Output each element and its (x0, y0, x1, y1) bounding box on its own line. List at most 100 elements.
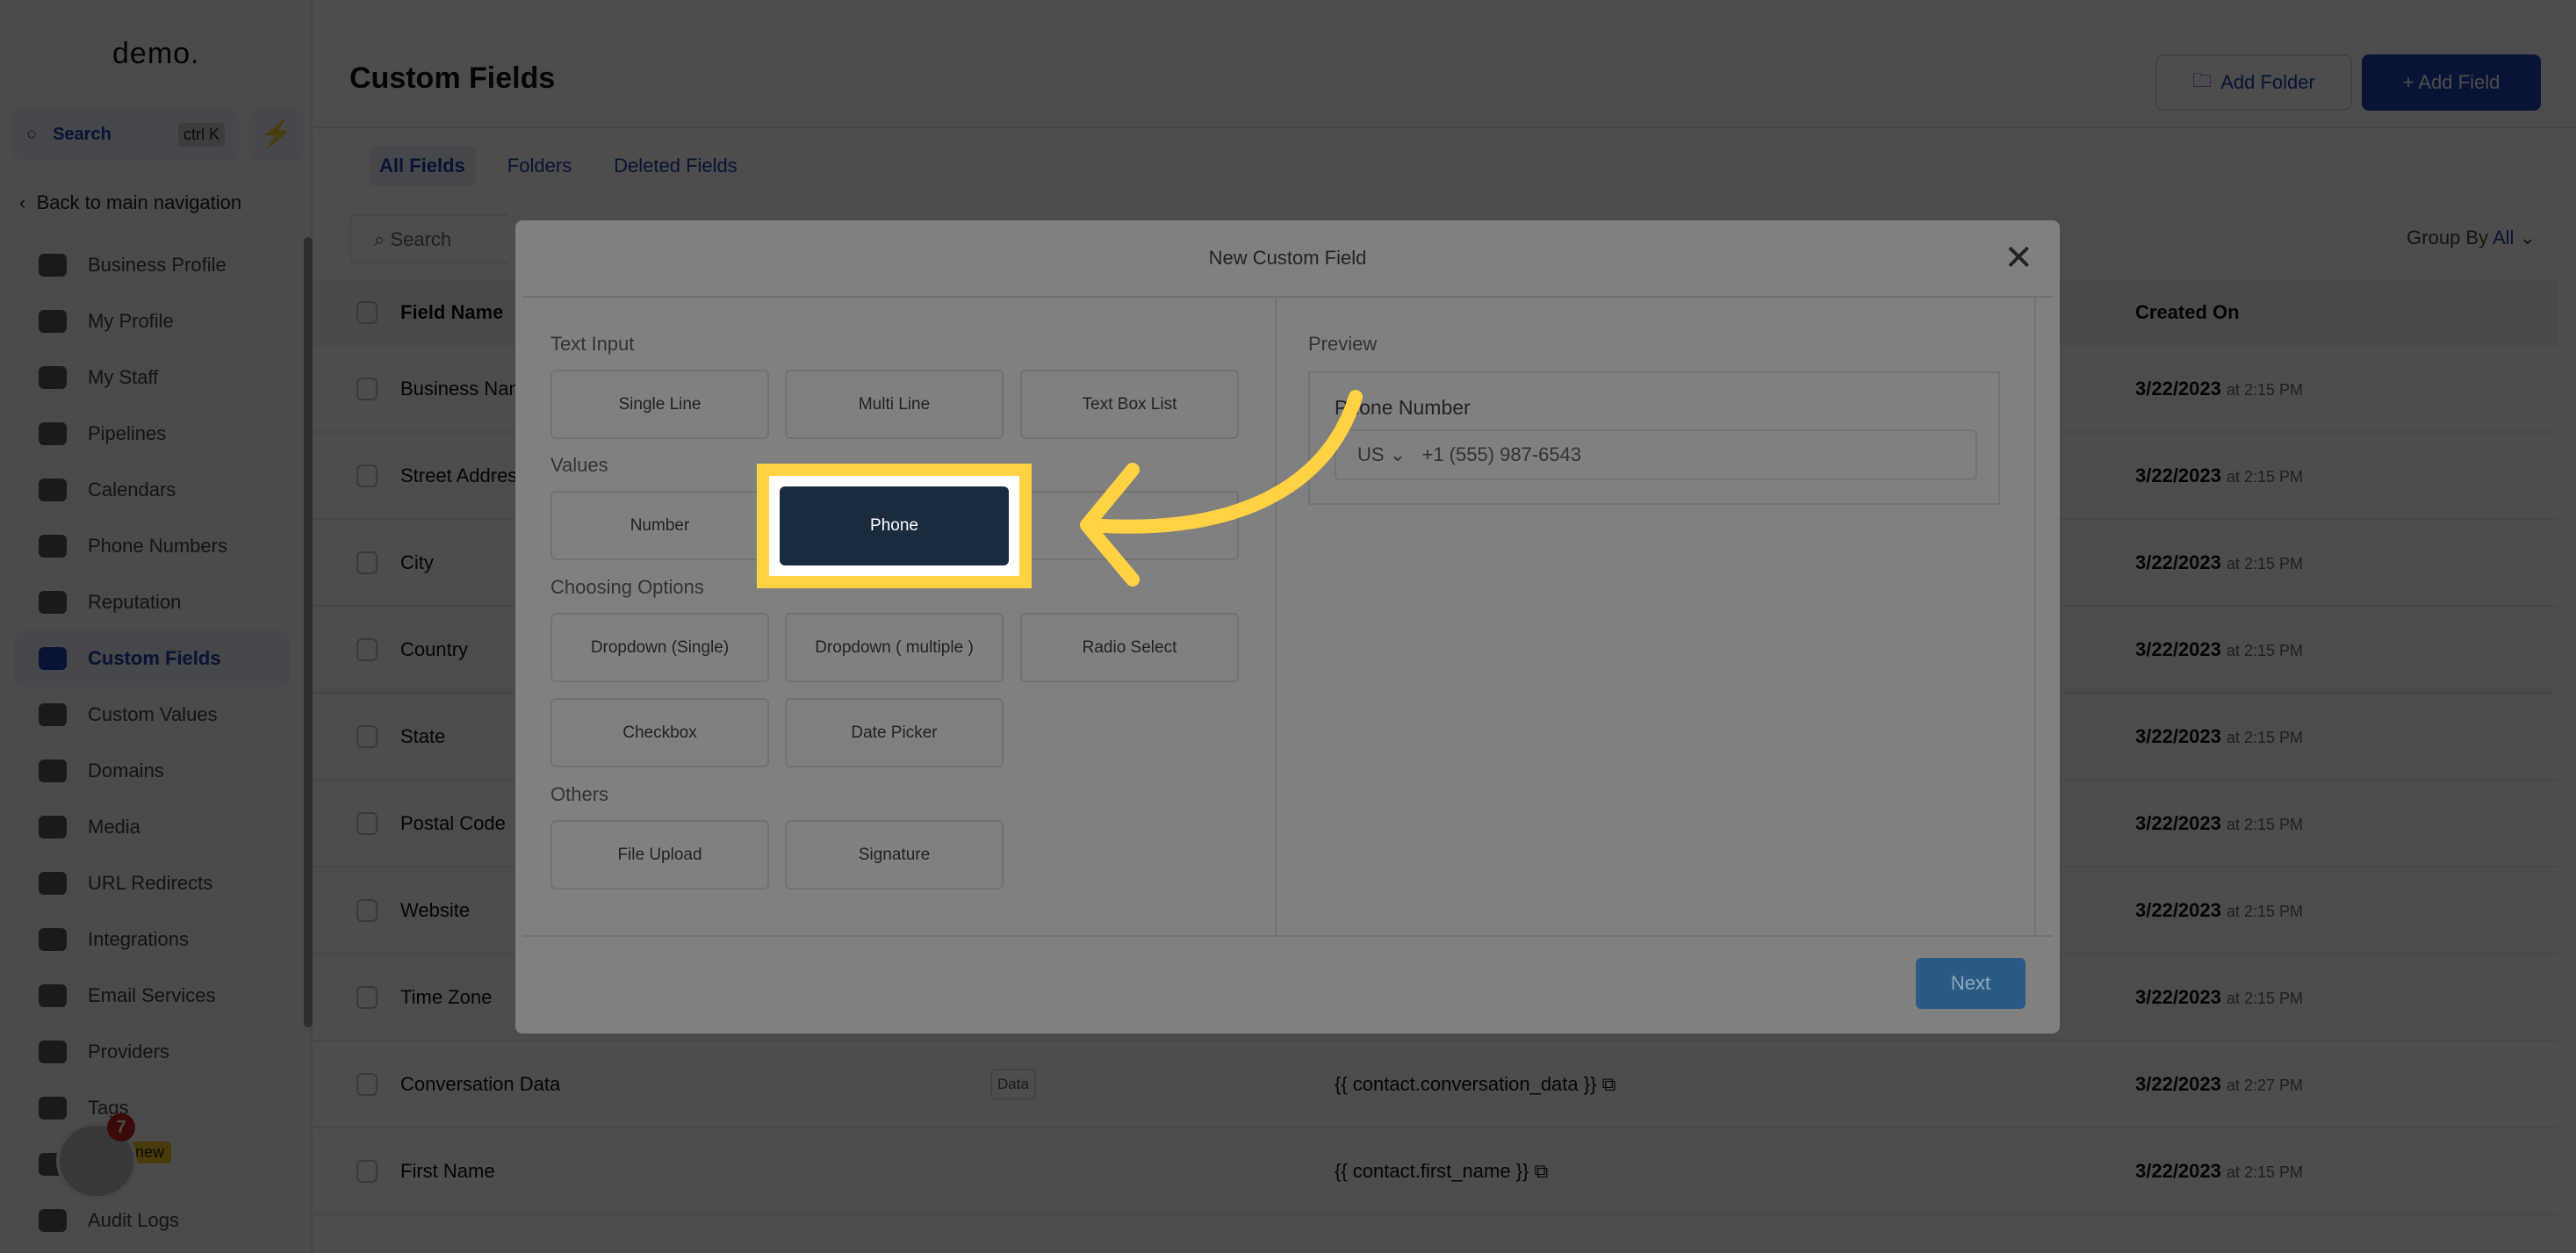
preview-field-name: Phone Number (1335, 396, 1471, 419)
copy-icon[interactable]: ⧉ (1535, 1160, 1549, 1182)
sidebar-item-providers[interactable]: Providers (14, 1024, 290, 1080)
row-checkbox[interactable] (356, 551, 378, 574)
sidebar-search[interactable]: ○ Search ctrl K (12, 109, 239, 160)
field-name: Street Address (400, 464, 528, 486)
sidebar-item-custom-values[interactable]: Custom Values (14, 687, 290, 743)
row-checkbox[interactable] (356, 377, 378, 400)
field-name: Website (400, 898, 471, 921)
sidebar-item-calendars[interactable]: Calendars (14, 462, 290, 518)
sidebar-item-email-services[interactable]: Email Services (14, 968, 290, 1024)
nav-icon (39, 310, 67, 333)
created-on: 3/22/2023 at 2:15 PM (2135, 637, 2304, 660)
nav-icon (39, 872, 67, 895)
country-select[interactable]: US (1357, 443, 1385, 465)
sidebar-item-domains[interactable]: Domains (14, 743, 290, 799)
chevron-down-icon: ⌄ (1389, 443, 1407, 465)
option-date-picker[interactable]: Date Picker (785, 698, 1004, 767)
option-number[interactable]: Number (550, 491, 769, 560)
tab-folders[interactable]: Folders (497, 146, 582, 186)
search-label: Search (53, 124, 112, 144)
search-input[interactable]: ⌕ Search (349, 214, 507, 263)
sidebar-item-my-profile[interactable]: My Profile (14, 293, 290, 349)
option-dropdown-multiple[interactable]: Dropdown ( multiple ) (785, 613, 1004, 682)
option-dropdown-single[interactable]: Dropdown (Single) (550, 613, 769, 682)
nav-icon (39, 366, 67, 389)
sidebar-item-label: Pipelines (88, 422, 167, 444)
nav-icon (39, 703, 67, 726)
option-signature[interactable]: Signature (785, 820, 1004, 889)
back-label: Back to main navigation (36, 191, 242, 213)
sidebar-item-label: Integrations (88, 928, 189, 950)
preview-box: Phone Number US ⌄ +1 (555) 987-6543 (1308, 371, 2000, 505)
field-name: Postal Code (400, 811, 506, 834)
sidebar-item-audit-logs[interactable]: Audit Logs (14, 1192, 290, 1249)
nav-icon (39, 1041, 67, 1063)
option-single-line[interactable]: Single Line (550, 370, 769, 439)
row-checkbox[interactable] (356, 724, 378, 748)
option-multi-line[interactable]: Multi Line (785, 370, 1004, 439)
row-checkbox[interactable] (356, 637, 378, 661)
back-to-main-nav[interactable]: ‹ Back to main navigation (19, 191, 241, 214)
sidebar-item-label: Reputation (88, 591, 182, 613)
row-checkbox[interactable] (356, 1159, 378, 1183)
tab-all-fields[interactable]: All Fields (369, 146, 476, 186)
add-field-button[interactable]: + Add Field (2362, 54, 2541, 111)
sidebar-item-business-profile[interactable]: Business Profile (14, 237, 290, 293)
column-field-name[interactable]: Field Name (400, 301, 503, 324)
sidebar-item-media[interactable]: Media (14, 799, 290, 855)
sidebar-scrollbar[interactable] (304, 237, 313, 1027)
option-phone[interactable]: Phone (780, 486, 1009, 565)
column-created-on[interactable]: Created On (2135, 301, 2240, 324)
field-name: Conversation Data (400, 1072, 561, 1095)
preview-label: Preview (1308, 333, 1378, 355)
nav-icon (39, 1209, 67, 1232)
row-checkbox[interactable] (356, 898, 378, 922)
add-folder-label: Add Folder (2220, 71, 2315, 93)
close-icon[interactable]: ✕ (2004, 238, 2033, 278)
row-checkbox[interactable] (356, 464, 378, 487)
group-by-select[interactable]: Group By All ⌄ (2407, 227, 2536, 249)
option-radio-select[interactable]: Radio Select (1020, 613, 1239, 682)
quick-action-bolt-icon[interactable]: ⚡ (249, 109, 304, 160)
select-all-checkbox[interactable] (356, 301, 378, 324)
new-custom-field-modal: New Custom Field ✕ Text Input Values Cho… (515, 220, 2060, 1033)
sidebar-item-my-staff[interactable]: My Staff (14, 349, 290, 406)
copy-icon[interactable]: ⧉ (1602, 1073, 1616, 1095)
nav-icon (39, 1097, 67, 1120)
row-checkbox[interactable] (356, 811, 378, 835)
field-name: First Name (400, 1159, 495, 1182)
sidebar-item-pipelines[interactable]: Pipelines (14, 406, 290, 462)
created-on: 3/22/2023 at 2:15 PM (2135, 1159, 2304, 1182)
add-folder-button[interactable]: 🗀 Add Folder (2155, 54, 2352, 111)
nav-icon (39, 928, 67, 951)
option-text-box-list[interactable]: Text Box List (1020, 370, 1239, 439)
sidebar-item-url-redirects[interactable]: URL Redirects (14, 855, 290, 911)
sidebar-item-tags[interactable]: Tags (14, 1080, 290, 1136)
field-name: City (400, 551, 434, 573)
sidebar-item-phone-numbers[interactable]: Phone Numbers (14, 518, 290, 574)
modal-title: New Custom Field (1208, 247, 1367, 269)
row-checkbox[interactable] (356, 1072, 378, 1096)
search-icon: ○ (26, 124, 38, 144)
table-row[interactable]: Conversation Data Data {{ contact.conversa… (313, 1041, 2558, 1128)
option-file-upload[interactable]: File Upload (550, 820, 769, 889)
divider (313, 126, 2576, 128)
merge-key: {{ contact.conversation_data }} ⧉ (1335, 1072, 1616, 1095)
nav-icon (39, 984, 67, 1007)
sidebar-item-reputation[interactable]: Reputation (14, 574, 290, 630)
row-checkbox[interactable] (356, 985, 378, 1009)
preview-phone-input[interactable]: US ⌄ +1 (555) 987-6543 (1335, 429, 1977, 480)
logo: demo. (112, 37, 200, 70)
sidebar-item-integrations[interactable]: Integrations (14, 911, 290, 968)
tab-deleted-fields[interactable]: Deleted Fields (603, 146, 748, 186)
nav-icon (39, 647, 67, 670)
next-button[interactable]: Next (1916, 958, 2026, 1009)
nav-icon (39, 254, 67, 277)
sidebar-item-custom-fields[interactable]: Custom Fields (14, 630, 290, 687)
option-checkbox[interactable]: Checkbox (550, 698, 769, 767)
created-on: 3/22/2023 at 2:15 PM (2135, 811, 2304, 834)
table-row[interactable]: First Name {{ contact.first_name }} ⧉ 3/22… (313, 1128, 2558, 1215)
created-on: 3/22/2023 at 2:27 PM (2135, 1072, 2304, 1095)
option-hidden[interactable] (1020, 491, 1239, 560)
section-others: Others (550, 783, 609, 805)
